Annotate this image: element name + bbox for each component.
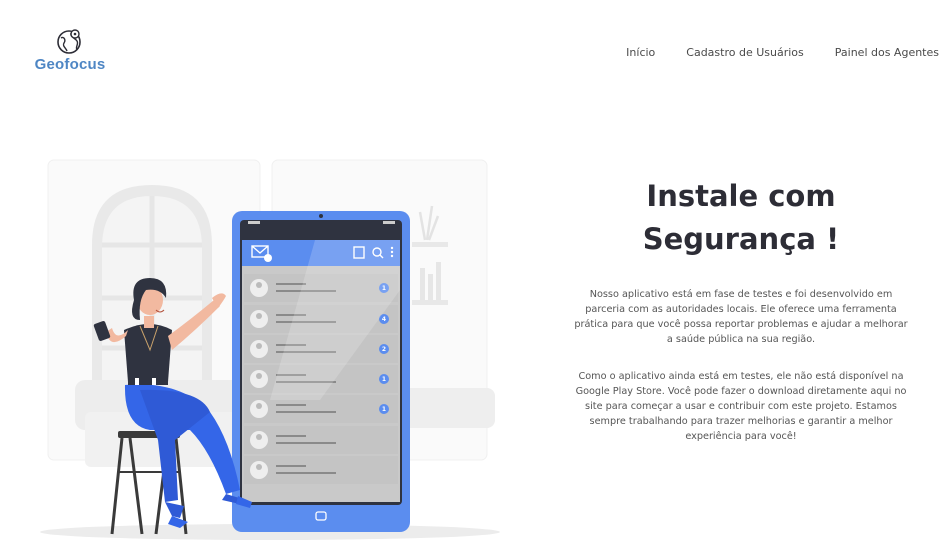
hero-title-line1: Instale com <box>646 179 836 213</box>
badge-count: 4 <box>382 316 386 323</box>
globe-marker-icon <box>57 29 81 54</box>
hero-paragraph-2: Como o aplicativo ainda está em testes, … <box>575 371 907 442</box>
brand-logo[interactable]: Geofocus <box>30 26 110 73</box>
nav-item-inicio[interactable]: Início <box>626 46 655 59</box>
main-nav: Início Cadastro de Usuários Painel dos A… <box>626 46 939 59</box>
hero-title-line2: Segurança ! <box>642 222 840 256</box>
badge-count: 1 <box>382 406 386 413</box>
badge-count: 2 <box>382 346 386 353</box>
hero-illustration: 1 4 2 1 1 <box>40 159 500 540</box>
nav-item-cadastro-usuarios[interactable]: Cadastro de Usuários <box>686 46 803 59</box>
hero-title: Instale com Segurança ! <box>560 175 922 261</box>
brand-name: Geofocus <box>34 56 106 73</box>
nav-item-painel-agentes[interactable]: Painel dos Agentes <box>835 46 939 59</box>
hero-paragraph-1: Nosso aplicativo está em fase de testes … <box>574 289 908 345</box>
badge-count: 1 <box>382 376 386 383</box>
